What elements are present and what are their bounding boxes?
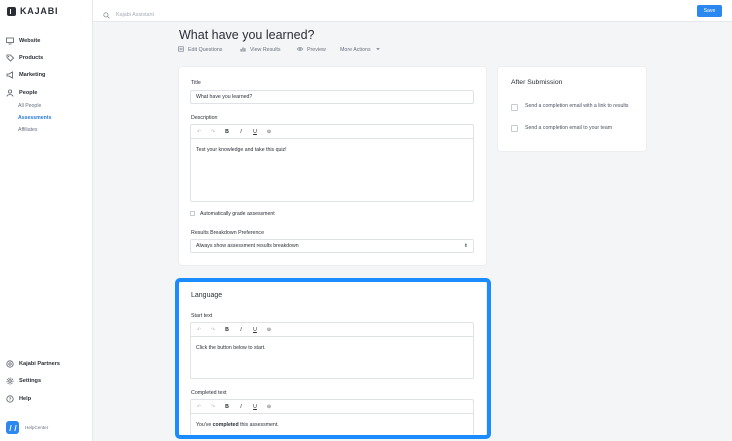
help-center-icon <box>6 421 19 434</box>
undo-button[interactable]: ↶ <box>196 129 202 135</box>
sidebar-item-people[interactable]: People <box>6 88 37 97</box>
sidebar-item-label: Help <box>19 395 32 402</box>
description-editor[interactable]: ↶ ↷ B I U ⊝ Test your knowledge and take… <box>190 124 474 202</box>
chevron-down-icon <box>375 46 381 54</box>
help-icon: ? <box>6 394 14 403</box>
view-results-label: View Results <box>250 47 281 53</box>
sidebar-item-products[interactable]: Products <box>6 53 43 62</box>
logo-text: KAJABI <box>20 6 59 16</box>
sidebar-item-marketing[interactable]: Marketing <box>6 70 45 79</box>
preview-label: Preview <box>307 47 326 53</box>
editor-toolbar: ↶ ↷ B I U ⊝ <box>191 125 473 139</box>
more-actions-label: More Actions <box>340 47 371 53</box>
redo-button[interactable]: ↷ <box>210 129 216 135</box>
preview-link[interactable]: Preview <box>296 46 326 54</box>
search-bar[interactable] <box>103 6 256 24</box>
search-input[interactable] <box>116 12 256 18</box>
edit-questions-label: Edit Questions <box>188 47 223 53</box>
results-preference-select[interactable]: Always show assessment results breakdown… <box>190 239 474 253</box>
help-center[interactable]: HelpCenter <box>6 421 48 434</box>
sidebar-item-label: Website <box>19 37 41 44</box>
sidebar-item-website[interactable]: Website <box>6 36 40 45</box>
view-results-link[interactable]: View Results <box>240 46 281 54</box>
sidebar-item-kajabi-partners[interactable]: Kajabi Partners <box>6 359 60 368</box>
completion-email-team-checkbox[interactable] <box>511 125 518 132</box>
sidebar-subitem-assessments[interactable]: Assessments <box>18 115 51 121</box>
results-preference-label: Results Breakdown Preference <box>191 230 265 236</box>
language-highlight-frame <box>175 278 491 439</box>
select-arrows-icon: ⬍ <box>463 243 468 249</box>
sidebar-item-label: Products <box>19 54 44 61</box>
underline-button[interactable]: U <box>252 129 258 135</box>
svg-text:?: ? <box>9 396 12 401</box>
auto-grade-checkbox[interactable] <box>190 211 195 216</box>
eye-icon <box>296 46 304 54</box>
partners-icon <box>6 359 14 368</box>
results-preference-value: Always show assessment results breakdown <box>196 243 299 249</box>
sidebar-item-label: People <box>19 89 38 96</box>
assessment-details-card: Title What have you learned? Description… <box>179 67 486 265</box>
bar-chart-icon <box>240 46 246 54</box>
auto-grade-label: Automatically grade assessment <box>200 211 275 217</box>
save-button[interactable]: Save <box>697 5 722 17</box>
person-icon <box>6 88 14 97</box>
gear-icon <box>6 377 14 385</box>
completion-email-results-checkbox[interactable] <box>511 104 518 111</box>
title-input[interactable]: What have you learned? <box>190 90 474 104</box>
megaphone-icon <box>6 70 14 79</box>
edit-icon <box>178 46 184 54</box>
sidebar-item-label: Kajabi Partners <box>19 360 61 367</box>
link-button[interactable]: ⊝ <box>266 129 272 135</box>
bold-button[interactable]: B <box>224 129 230 135</box>
after-submission-card: After Submission Send a completion email… <box>498 67 646 151</box>
italic-button[interactable]: I <box>238 129 244 135</box>
kajabi-logo[interactable]: KAJABI <box>7 6 58 16</box>
help-center-label: HelpCenter <box>25 425 49 430</box>
search-icon <box>103 6 110 24</box>
sidebar-item-settings[interactable]: Settings <box>6 376 41 385</box>
edit-questions-link[interactable]: Edit Questions <box>178 46 222 54</box>
monitor-icon <box>6 37 14 45</box>
sidebar-item-help[interactable]: ? Help <box>6 394 31 403</box>
after-submission-title: After Submission <box>511 79 563 86</box>
sidebar-subitem-all-people[interactable]: All People <box>18 103 41 109</box>
more-actions-dropdown[interactable]: More Actions <box>340 46 381 54</box>
sidebar-subitem-affiliates[interactable]: Affiliates <box>18 127 38 133</box>
topbar: Save <box>93 0 732 22</box>
sidebar: KAJABI Website Products Marketing People… <box>0 0 93 441</box>
sidebar-item-label: Marketing <box>19 71 46 78</box>
description-label: Description <box>191 115 218 121</box>
completion-email-results-label: Send a completion email with a link to r… <box>525 103 629 109</box>
kajabi-logo-icon <box>7 6 16 16</box>
description-text[interactable]: Test your knowledge and take this quiz! <box>196 147 287 153</box>
title-label: Title <box>191 80 201 86</box>
sidebar-item-label: Settings <box>19 377 42 384</box>
page-title: What have you learned? <box>179 28 315 42</box>
tag-icon <box>6 54 14 62</box>
completion-email-team-label: Send a completion email to your team <box>525 125 613 131</box>
